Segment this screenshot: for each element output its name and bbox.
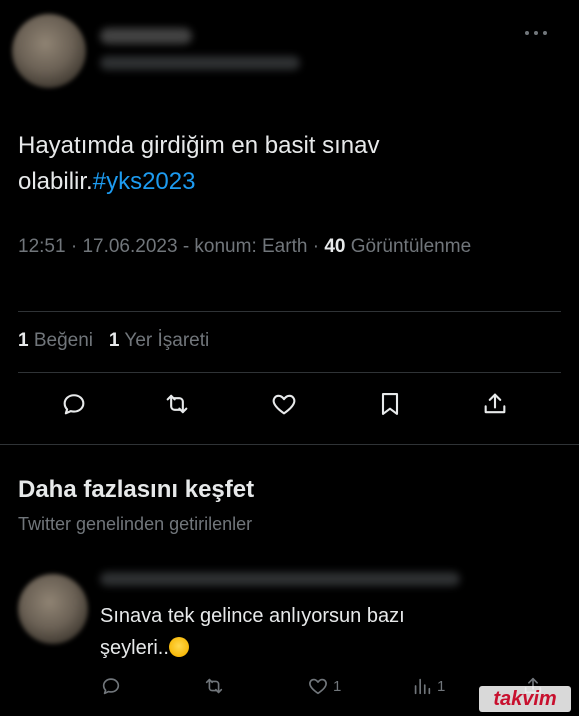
reply-heart-icon — [309, 678, 327, 695]
likes-stat[interactable]: 1 Beğeni — [18, 330, 93, 351]
avatar[interactable] — [12, 14, 86, 88]
section-divider — [0, 444, 579, 445]
tweet-time[interactable]: 12:51 — [18, 236, 66, 257]
tweet-location: konum: Earth — [194, 236, 308, 257]
explore-title: Daha fazlasını keşfet — [18, 476, 255, 503]
reply-text: Sınava tek gelince anlıyorsun bazı şeyle… — [100, 600, 540, 664]
tweet-text-line2: olabilir.#yks2023 — [18, 164, 538, 200]
divider — [18, 372, 561, 373]
retweet-icon[interactable] — [163, 390, 191, 418]
author-handle-blurred[interactable] — [100, 56, 300, 70]
tweet-detail-page: Hayatımda girdiğim en basit sınav olabil… — [0, 0, 579, 716]
likes-label: Beğeni — [33, 330, 94, 351]
views-label: Görüntülenme — [350, 236, 472, 257]
reply-text-line1: Sınava tek gelince anlıyorsun bazı — [100, 605, 405, 627]
tweet-action-bar — [0, 390, 579, 426]
reply-icon[interactable] — [60, 390, 88, 418]
views-count: 40 — [324, 236, 346, 257]
reply-avatar[interactable] — [18, 574, 88, 644]
likes-count: 1 — [18, 330, 29, 351]
reply-views-button[interactable]: 1 — [411, 674, 445, 698]
explore-subtitle: Twitter genelinden getirilenler — [18, 514, 253, 534]
divider — [18, 311, 561, 312]
tweet-stats: 1 Beğeni 1 Yer İşareti — [18, 330, 209, 352]
reply-like-count: 1 — [333, 677, 342, 695]
share-icon[interactable] — [481, 390, 509, 418]
more-options-icon[interactable] — [525, 28, 549, 38]
tweet-text-line2-prefix: olabilir. — [18, 168, 93, 195]
tweet-text-line1: Hayatımda girdiğim en basit sınav — [18, 132, 380, 159]
heart-icon[interactable] — [270, 390, 298, 418]
reply-like-button[interactable]: 1 — [307, 674, 341, 698]
tweet-meta: 12:51 · 17.06.2023 - konum: Earth · 40 G… — [18, 236, 472, 257]
tweet-date[interactable]: 17.06.2023 — [82, 236, 177, 257]
reply-text-line2: şeyleri.. — [100, 632, 540, 664]
reply-views-count: 1 — [437, 677, 446, 695]
reply-reply-icon[interactable] — [100, 674, 122, 698]
bookmarks-count: 1 — [108, 330, 120, 351]
views-chart-icon — [414, 678, 431, 695]
reply-author-blurred[interactable] — [100, 572, 460, 586]
reply-retweet-icon[interactable] — [203, 674, 225, 698]
bookmarks-stat[interactable]: 1 Yer İşareti — [109, 330, 209, 351]
watermark-logo: takvim — [479, 686, 571, 712]
reply-text-line2-words: şeyleri.. — [100, 637, 169, 659]
pleading-face-emoji-icon — [168, 637, 189, 657]
bookmarks-label: Yer İşareti — [124, 330, 210, 351]
author-name-blurred[interactable] — [100, 28, 192, 44]
tweet-text: Hayatımda girdiğim en basit sınav olabil… — [18, 128, 538, 200]
bookmark-icon[interactable] — [376, 390, 404, 418]
hashtag-link[interactable]: #yks2023 — [93, 168, 196, 195]
